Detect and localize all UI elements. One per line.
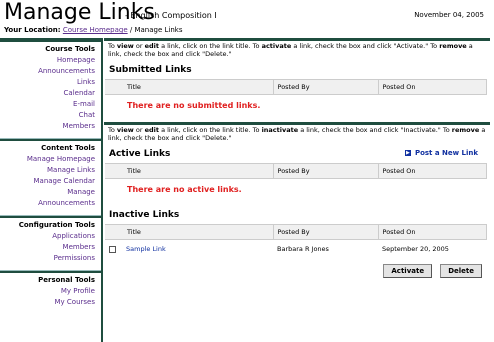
sidebar-section-title: Content Tools [41,144,95,152]
column-header-title: Title [105,224,274,240]
sidebar-item[interactable]: My Profile [0,286,101,297]
breadcrumb: Your Location: Course Homepage / Manage … [4,26,182,34]
posted-by-cell: Barbara R Jones [277,245,329,253]
instruction-text: or [133,42,145,50]
header: Manage Links - English Composition I Nov… [0,0,494,38]
section-bar [104,122,490,125]
inactive-links-table: Title Posted By Posted On Sample Link Ba… [105,224,487,258]
sidebar-item[interactable]: Links [0,77,101,88]
main-content: To view or edit a link, click on the lin… [104,38,490,278]
sidebar-top-bar [0,38,101,42]
sidebar-item[interactable]: Manage Links [0,165,101,176]
sidebar-item[interactable]: Manage Homepage [0,154,101,165]
course-name: - English Composition I [125,11,217,20]
column-header-posted-by: Posted By [273,79,379,95]
sidebar-item[interactable]: Members [0,242,101,253]
instruction-text: activate [261,42,292,50]
sidebar-divider [101,38,103,342]
sidebar-section: Content Tools Manage Homepage Manage Links… [0,144,101,209]
sidebar-item[interactable]: Manage Calendar [0,176,101,187]
inactive-links-title: Inactive Links [109,210,180,220]
sidebar-section: Personal Tools My Profile My Courses [0,276,101,308]
section-bar [104,38,490,41]
sidebar-item[interactable]: Calendar [0,88,101,99]
submitted-instructions: To view or edit a link, click on the lin… [104,42,490,60]
column-header-posted-on: Posted On [378,79,487,95]
sidebar-item[interactable]: Members [0,121,101,132]
post-new-link-label: Post a New Link [414,149,478,157]
column-header-posted-by: Posted By [273,163,379,179]
sidebar-section-title: Course Tools [45,45,95,53]
sidebar-section-title: Personal Tools [38,276,95,284]
sidebar-item[interactable]: Permissions [0,253,101,264]
active-instructions: To view or edit a link, click on the lin… [104,126,490,144]
column-header-posted-on: Posted On [378,224,487,240]
instruction-text: edit [144,126,160,134]
row-checkbox[interactable] [109,245,116,253]
column-header-title: Title [105,79,274,95]
submitted-links-table: Title Posted By Posted On There are no s… [105,79,487,116]
instruction-text: a link, click on the link title. To [159,126,262,134]
sidebar-item[interactable]: Homepage [0,55,101,66]
table-row: Sample Link Barbara R Jones September 20… [105,240,487,259]
instruction-text: or [133,126,145,134]
breadcrumb-link-course-homepage[interactable]: Course Homepage [63,26,128,34]
sidebar-item[interactable]: Announcements [0,198,101,209]
instruction-text: remove [439,42,467,50]
activate-button[interactable]: Activate [383,264,433,278]
action-buttons: Activate Delete [104,258,490,278]
sidebar-item[interactable]: Manage [0,187,101,198]
delete-button[interactable]: Delete [440,264,482,278]
link-title[interactable]: Sample Link [122,245,166,253]
sidebar-section: Configuration Tools Applications Members Pe… [0,221,101,264]
sidebar-item[interactable]: Applications [0,231,101,242]
arrow-right-icon: ▶ [404,150,411,156]
instruction-text: view [116,126,134,134]
instruction-text: a link, click on the link title. To [159,42,262,50]
sidebar-section-title: Configuration Tools [18,221,95,229]
instruction-text: To [108,126,117,134]
empty-message: There are no active links. [127,185,242,194]
title-cell: Sample Link [105,240,273,259]
location-label: Your Location: [4,26,61,34]
sidebar-section-divider [0,215,101,218]
instruction-text: a link, check the box and click "Activat… [291,42,440,50]
sidebar-item[interactable]: Chat [0,110,101,121]
instruction-text: edit [144,42,160,50]
breadcrumb-current: Manage Links [134,26,183,34]
active-links-table: Title Posted By Posted On There are no a… [105,163,487,200]
empty-message: There are no submitted links. [127,101,261,110]
sidebar-section-divider [0,270,101,273]
instruction-text: view [116,42,134,50]
sidebar-item[interactable]: Announcements [0,66,101,77]
submitted-links-title: Submitted Links [109,65,192,75]
page-date: November 04, 2005 [414,11,484,19]
column-header-posted-by: Posted By [273,224,379,240]
post-new-link-button[interactable]: ▶ Post a New Link [404,149,478,157]
instruction-text: inactivate [261,126,299,134]
sidebar-item[interactable]: My Courses [0,297,101,308]
posted-on-cell: September 20, 2005 [382,245,449,253]
instruction-text: To [108,42,117,50]
sidebar: Course Tools Homepage Announcements Links Ca… [0,38,101,342]
column-header-posted-on: Posted On [378,163,487,179]
sidebar-section: Course Tools Homepage Announcements Links Ca… [0,45,101,132]
sidebar-section-divider [0,138,101,141]
instruction-text: a link, check the box and click "Inactiv… [298,126,452,134]
instruction-text: remove [451,126,480,134]
sidebar-item[interactable]: E-mail [0,99,101,110]
column-header-title: Title [105,163,274,179]
